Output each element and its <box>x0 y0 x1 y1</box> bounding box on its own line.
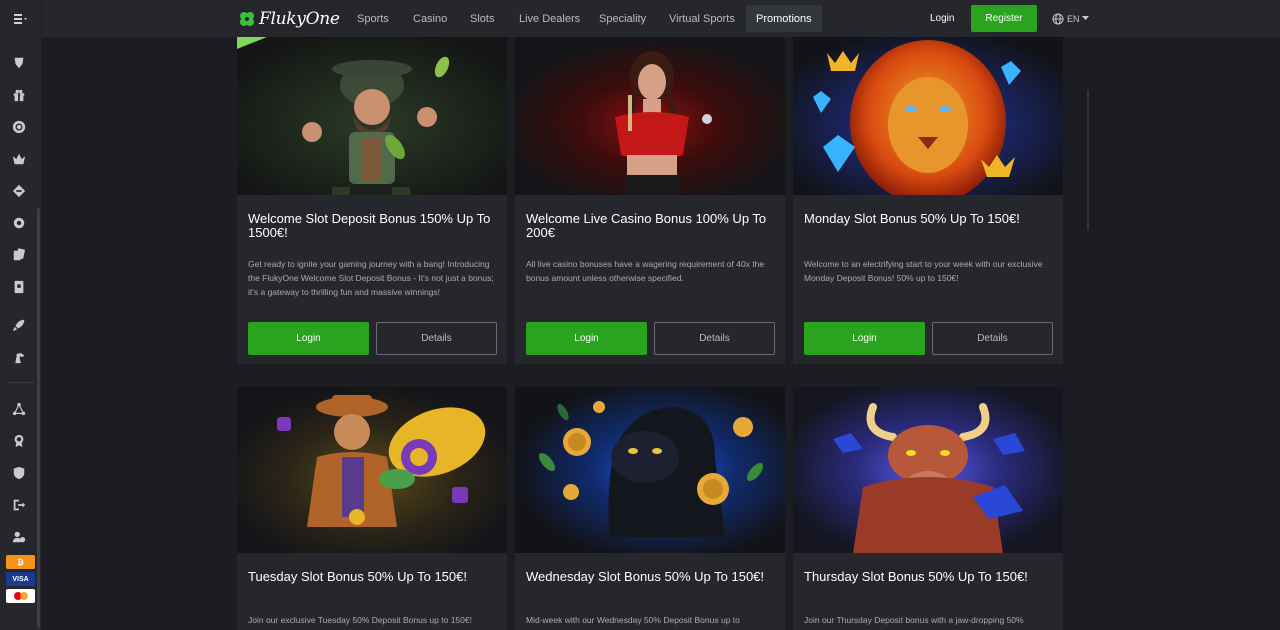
rocket-icon[interactable] <box>11 317 27 333</box>
promo-title: Monday Slot Bonus 50% Up To 150€! <box>804 211 1020 226</box>
promo-title: Thursday Slot Bonus 50% Up To 150€! <box>804 569 1028 584</box>
promo-card: Tuesday Slot Bonus 50% Up To 150€! Join … <box>237 387 507 630</box>
login-link[interactable]: Login <box>930 0 954 37</box>
promo-login-button[interactable]: Login <box>526 322 647 355</box>
logout-icon[interactable] <box>11 497 27 513</box>
globe-icon <box>1052 13 1064 24</box>
promo-login-button[interactable]: Login <box>248 322 369 355</box>
chevron-down-icon <box>1081 16 1089 20</box>
crown-icon[interactable] <box>11 151 27 167</box>
nav-virtual-sports[interactable]: Virtual Sports <box>669 0 735 37</box>
sidebar-divider <box>8 382 34 383</box>
promo-description: Welcome to an electrifying start to your… <box>804 259 1043 283</box>
brand-logo[interactable]: FlukyOne <box>238 7 340 31</box>
gift-icon[interactable] <box>11 87 27 103</box>
horse-icon[interactable] <box>11 349 27 365</box>
promo-details-button[interactable]: Details <box>376 322 497 355</box>
nav-promotions[interactable]: Promotions <box>746 5 822 32</box>
promo-details-button[interactable]: Details <box>654 322 775 355</box>
nav-live-dealers[interactable]: Live Dealers <box>519 0 580 37</box>
promo-image <box>515 387 785 553</box>
casino-chip-icon[interactable] <box>11 119 27 135</box>
promo-image <box>237 37 507 195</box>
promo-card: Thursday Slot Bonus 50% Up To 150€! Join… <box>793 387 1063 630</box>
sidebar-scrollbar[interactable] <box>37 208 40 628</box>
nav-speciality[interactable]: Speciality <box>599 0 646 37</box>
nav-casino[interactable]: Casino <box>413 0 447 37</box>
bitcoin-icon: ₿ <box>6 555 35 569</box>
controller-icon[interactable] <box>11 183 27 199</box>
sidebar: ₿ VISA <box>0 0 42 630</box>
promo-description: Get ready to ignite your gaming journey … <box>248 259 494 297</box>
promo-image <box>793 37 1063 195</box>
mastercard-icon <box>6 589 35 603</box>
shield-icon[interactable] <box>11 465 27 481</box>
promo-title: Tuesday Slot Bonus 50% Up To 150€! <box>248 569 467 584</box>
promo-image <box>237 387 507 553</box>
brand-name: FlukyOne <box>259 9 340 29</box>
promo-image <box>515 37 785 195</box>
cards-icon[interactable] <box>11 247 27 263</box>
promo-description: Join our Thursday Deposit bonus with a j… <box>804 615 1024 625</box>
language-label: EN <box>1067 13 1080 24</box>
clover-icon <box>240 12 254 26</box>
promo-card: Wednesday Slot Bonus 50% Up To 150€! Mid… <box>515 387 785 630</box>
menu-icon[interactable] <box>12 12 30 26</box>
promo-card: Welcome Live Casino Bonus 100% Up To 200… <box>515 37 785 364</box>
promo-card: Monday Slot Bonus 50% Up To 150€! Welcom… <box>793 37 1063 364</box>
language-selector[interactable]: EN <box>1052 0 1089 37</box>
network-icon[interactable] <box>11 401 27 417</box>
register-button[interactable]: Register <box>971 5 1037 32</box>
promo-description: Mid-week with our Wednesday 50% Deposit … <box>526 615 740 625</box>
promo-title: Welcome Slot Deposit Bonus 150% Up To 15… <box>248 211 491 240</box>
nav-sports[interactable]: Sports <box>357 0 389 37</box>
gear-icon[interactable] <box>11 215 27 231</box>
card-icon[interactable] <box>11 279 27 295</box>
top-navigation: FlukyOne Sports Casino Slots Live Dealer… <box>42 0 1280 37</box>
user-dollar-icon[interactable] <box>11 529 27 545</box>
promo-card: Welcome Slot Deposit Bonus 150% Up To 15… <box>237 37 507 364</box>
promo-title: Welcome Live Casino Bonus 100% Up To 200… <box>526 211 767 240</box>
promo-details-button[interactable]: Details <box>932 322 1053 355</box>
page-scrollbar[interactable] <box>1087 90 1089 230</box>
visa-icon: VISA <box>6 572 35 586</box>
promo-login-button[interactable]: Login <box>804 322 925 355</box>
sports-icon[interactable] <box>11 55 27 71</box>
promo-description: Join our exclusive Tuesday 50% Deposit B… <box>248 615 472 625</box>
award-icon[interactable] <box>11 433 27 449</box>
promo-image <box>793 387 1063 553</box>
promo-description: All live casino bonuses have a wagering … <box>526 259 765 283</box>
nav-slots[interactable]: Slots <box>470 0 494 37</box>
promo-title: Wednesday Slot Bonus 50% Up To 150€! <box>526 569 765 584</box>
